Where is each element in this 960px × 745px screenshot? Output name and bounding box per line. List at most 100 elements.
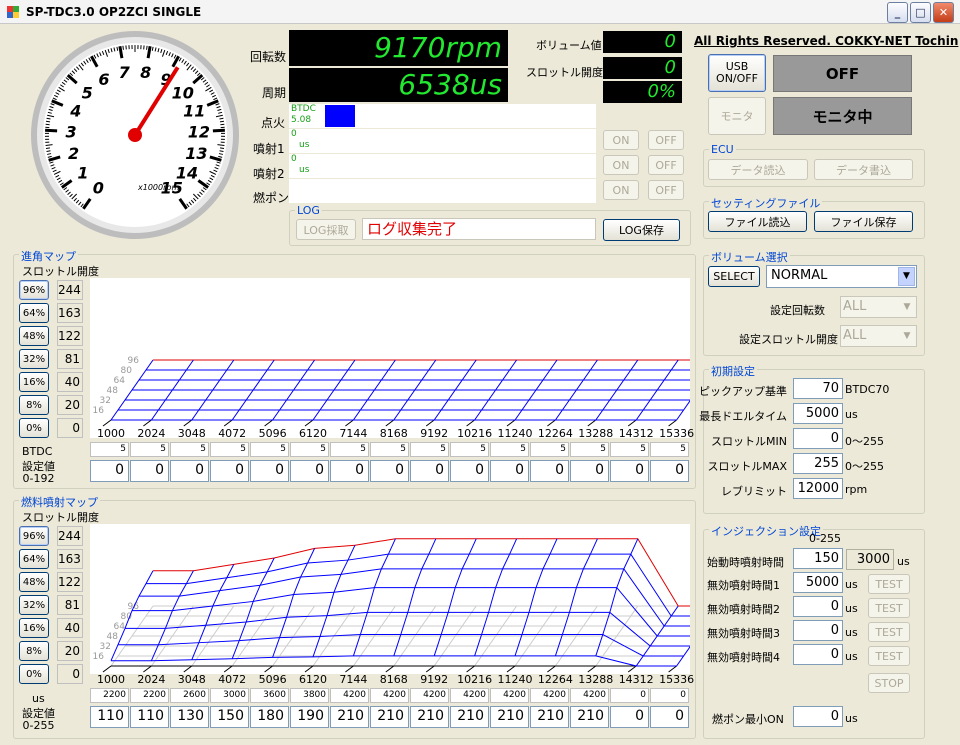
test-button[interactable]: TEST [868, 574, 910, 594]
throttle-select-button[interactable]: 16% [19, 372, 49, 392]
map-row2-cell[interactable]: 0 [490, 460, 529, 482]
fuelpump-off-button[interactable]: OFF [648, 180, 684, 200]
throttle-axis-label: 16 [93, 652, 105, 662]
map-row2-cell[interactable]: 0 [610, 460, 649, 482]
map-row2-cell[interactable]: 210 [410, 706, 449, 728]
inj1-off-button[interactable]: OFF [648, 130, 684, 150]
map-row2-cell[interactable]: 210 [450, 706, 489, 728]
map-row2-cell[interactable]: 0 [90, 460, 129, 482]
throttle-axis-label: 48 [107, 632, 119, 642]
map-row2-cell[interactable]: 0 [410, 460, 449, 482]
stop-button[interactable]: STOP [868, 673, 910, 693]
maximize-button[interactable]: □ [910, 2, 931, 23]
usb-toggle-button[interactable]: USB ON/OFF [708, 54, 766, 92]
throttle-axis-label: 32 [100, 396, 111, 406]
invalid-injection-label: 無効噴射時間3 [707, 627, 780, 640]
throttle-select-button[interactable]: 64% [19, 549, 49, 569]
log-save-button[interactable]: LOG保存 [603, 219, 680, 241]
throttle-select-button[interactable]: 0% [19, 664, 49, 684]
map-row2-cell[interactable]: 0 [570, 460, 609, 482]
initial-setting-input[interactable]: 0 [793, 428, 843, 449]
throttle-select-button[interactable]: 8% [19, 395, 49, 415]
throttle-select-button[interactable]: 48% [19, 572, 49, 592]
set-throttle-label: 設定スロットル開度 [739, 333, 838, 346]
throttle-select-button[interactable]: 16% [19, 618, 49, 638]
set-throttle-select[interactable]: ALL ▼ [840, 325, 917, 347]
close-window-button[interactable]: ✕ [933, 2, 954, 23]
map-row2-cell[interactable]: 0 [290, 460, 329, 482]
map-row2-cell[interactable]: 190 [290, 706, 329, 728]
chevron-down-icon[interactable]: ▼ [899, 298, 915, 316]
invalid-injection-label: 無効噴射時間1 [707, 579, 780, 592]
map-row2-cell[interactable]: 110 [130, 706, 169, 728]
initial-setting-input[interactable]: 5000 [793, 403, 843, 424]
map-row2-cell[interactable]: 130 [170, 706, 209, 728]
map-row2-cell[interactable]: 210 [330, 706, 369, 728]
throttle-select-button[interactable]: 64% [19, 303, 49, 323]
test-button[interactable]: TEST [868, 622, 910, 642]
select-button[interactable]: SELECT [708, 266, 760, 287]
rpm-axis-label: 10216 [457, 673, 493, 686]
throttle-select-button[interactable]: 96% [19, 526, 49, 546]
map-row2-cell[interactable]: 110 [90, 706, 129, 728]
map-row2-cell[interactable]: 180 [250, 706, 289, 728]
ecu-write-button[interactable]: データ書込 [814, 159, 913, 180]
throttle-select-button[interactable]: 0% [19, 418, 49, 438]
inj2-on-button[interactable]: ON [603, 155, 639, 175]
initial-setting-input[interactable]: 70 [793, 378, 843, 399]
test-button[interactable]: TEST [868, 646, 910, 666]
map-row2-cell[interactable]: 0 [130, 460, 169, 482]
map-row2-cell[interactable]: 0 [650, 706, 689, 728]
monitor-button[interactable]: モニタ [708, 97, 766, 135]
set-rpm-select[interactable]: ALL ▼ [840, 296, 917, 318]
map-row2-cell[interactable]: 0 [210, 460, 249, 482]
file-read-button[interactable]: ファイル読込 [708, 211, 807, 232]
map-row2-cell[interactable]: 0 [610, 706, 649, 728]
rpm-display: 9170rpm [289, 30, 508, 66]
minimize-button[interactable]: _ [887, 2, 908, 23]
map-row2-cell[interactable]: 210 [570, 706, 609, 728]
map-row1-cell: 0 [610, 688, 649, 703]
throttle-select-button[interactable]: 8% [19, 641, 49, 661]
map-row2-cell[interactable]: 0 [170, 460, 209, 482]
rpm-axis-label: 10216 [457, 427, 493, 440]
file-save-button[interactable]: ファイル保存 [814, 211, 913, 232]
map-row2-cell[interactable]: 0 [650, 460, 689, 482]
throttle-select-button[interactable]: 96% [19, 280, 49, 300]
initial-setting-input[interactable]: 12000 [793, 478, 843, 499]
map-row1-cell: 5 [210, 442, 249, 457]
map-row2-cell[interactable]: 210 [370, 706, 409, 728]
ecu-read-button[interactable]: データ読込 [708, 159, 808, 180]
map-row2-cell[interactable]: 210 [530, 706, 569, 728]
initial-setting-input[interactable]: 255 [793, 453, 843, 474]
map-row2-cell[interactable]: 150 [210, 706, 249, 728]
test-button[interactable]: TEST [868, 598, 910, 618]
invalid-injection-input[interactable]: 5000 [793, 572, 843, 593]
gauge-number: 0 [93, 178, 104, 197]
gauge-number: 1 [77, 163, 88, 182]
fuelpump-on-button[interactable]: ON [603, 180, 639, 200]
pump-min-on-input[interactable]: 0 [793, 706, 843, 727]
map-row2-cell[interactable]: 0 [250, 460, 289, 482]
initial-setting-unit: 0～255 [845, 435, 884, 448]
map-row2-cell[interactable]: 0 [330, 460, 369, 482]
inj1-on-button[interactable]: ON [603, 130, 639, 150]
copyright-text: All Rights Reserved. COKKY-NET Tochin [694, 34, 959, 48]
invalid-injection-input[interactable]: 0 [793, 596, 843, 617]
invalid-injection-input[interactable]: 0 [793, 620, 843, 641]
start-injection-input[interactable]: 150 [793, 548, 843, 569]
map-row2-cell[interactable]: 0 [370, 460, 409, 482]
log-capture-button[interactable]: LOG採取 [296, 219, 356, 240]
chevron-down-icon[interactable]: ▼ [899, 327, 915, 345]
map-row2-cell[interactable]: 210 [490, 706, 529, 728]
initial-setting-unit: us [845, 408, 858, 421]
invalid-injection-input[interactable]: 0 [793, 644, 843, 665]
map-row2-cell[interactable]: 0 [450, 460, 489, 482]
throttle-select-button[interactable]: 32% [19, 595, 49, 615]
mode-select[interactable]: NORMAL ▼ [766, 265, 917, 288]
inj2-off-button[interactable]: OFF [648, 155, 684, 175]
throttle-select-button[interactable]: 48% [19, 326, 49, 346]
throttle-select-button[interactable]: 32% [19, 349, 49, 369]
chevron-down-icon[interactable]: ▼ [898, 267, 915, 286]
map-row2-cell[interactable]: 0 [530, 460, 569, 482]
